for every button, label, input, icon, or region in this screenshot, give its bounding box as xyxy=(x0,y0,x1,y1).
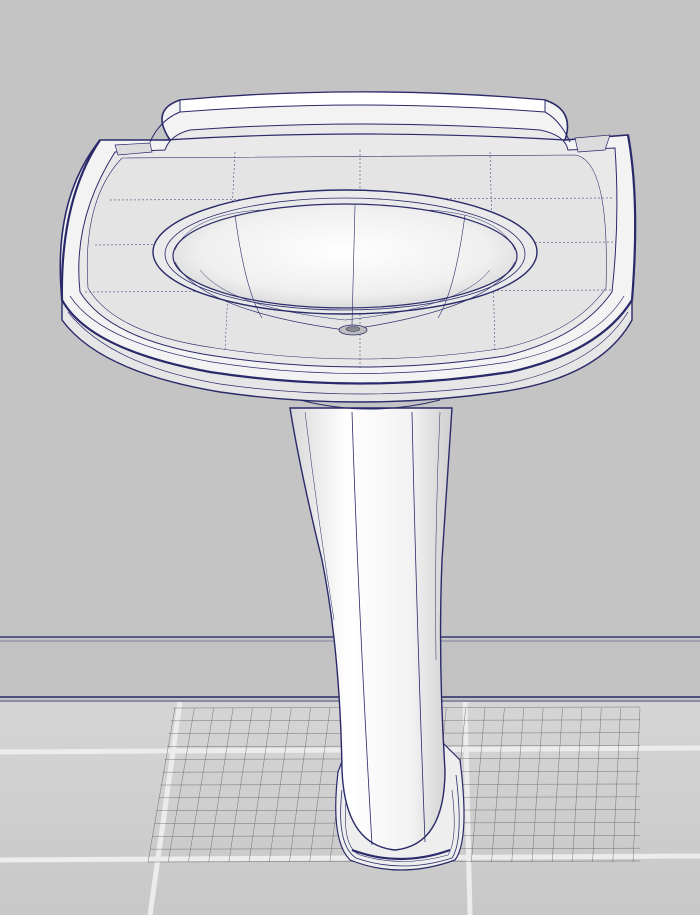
sink-render xyxy=(0,0,700,915)
3d-viewport[interactable] xyxy=(0,0,700,915)
